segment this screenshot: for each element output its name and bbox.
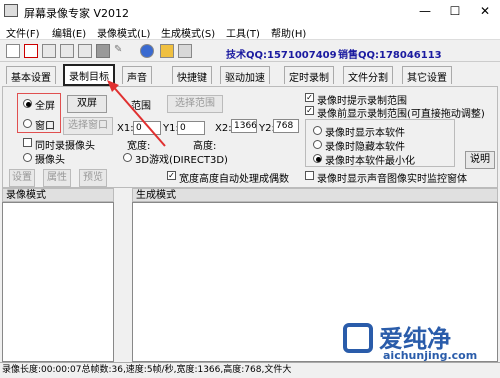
generate-list[interactable]: 爱纯净 aichunjing.com [132, 202, 498, 362]
record-mode-header: 录像模式 [2, 188, 114, 202]
record-list[interactable] [2, 202, 114, 362]
status-bar: 录像长度:00:00:07总帧数:36,速度:5帧/秒,宽度:1366,高度:7… [0, 362, 500, 378]
generate-mode-header: 生成模式 [132, 188, 498, 202]
logo-icon [343, 323, 373, 353]
watermark-url: aichunjing.com [383, 349, 478, 362]
